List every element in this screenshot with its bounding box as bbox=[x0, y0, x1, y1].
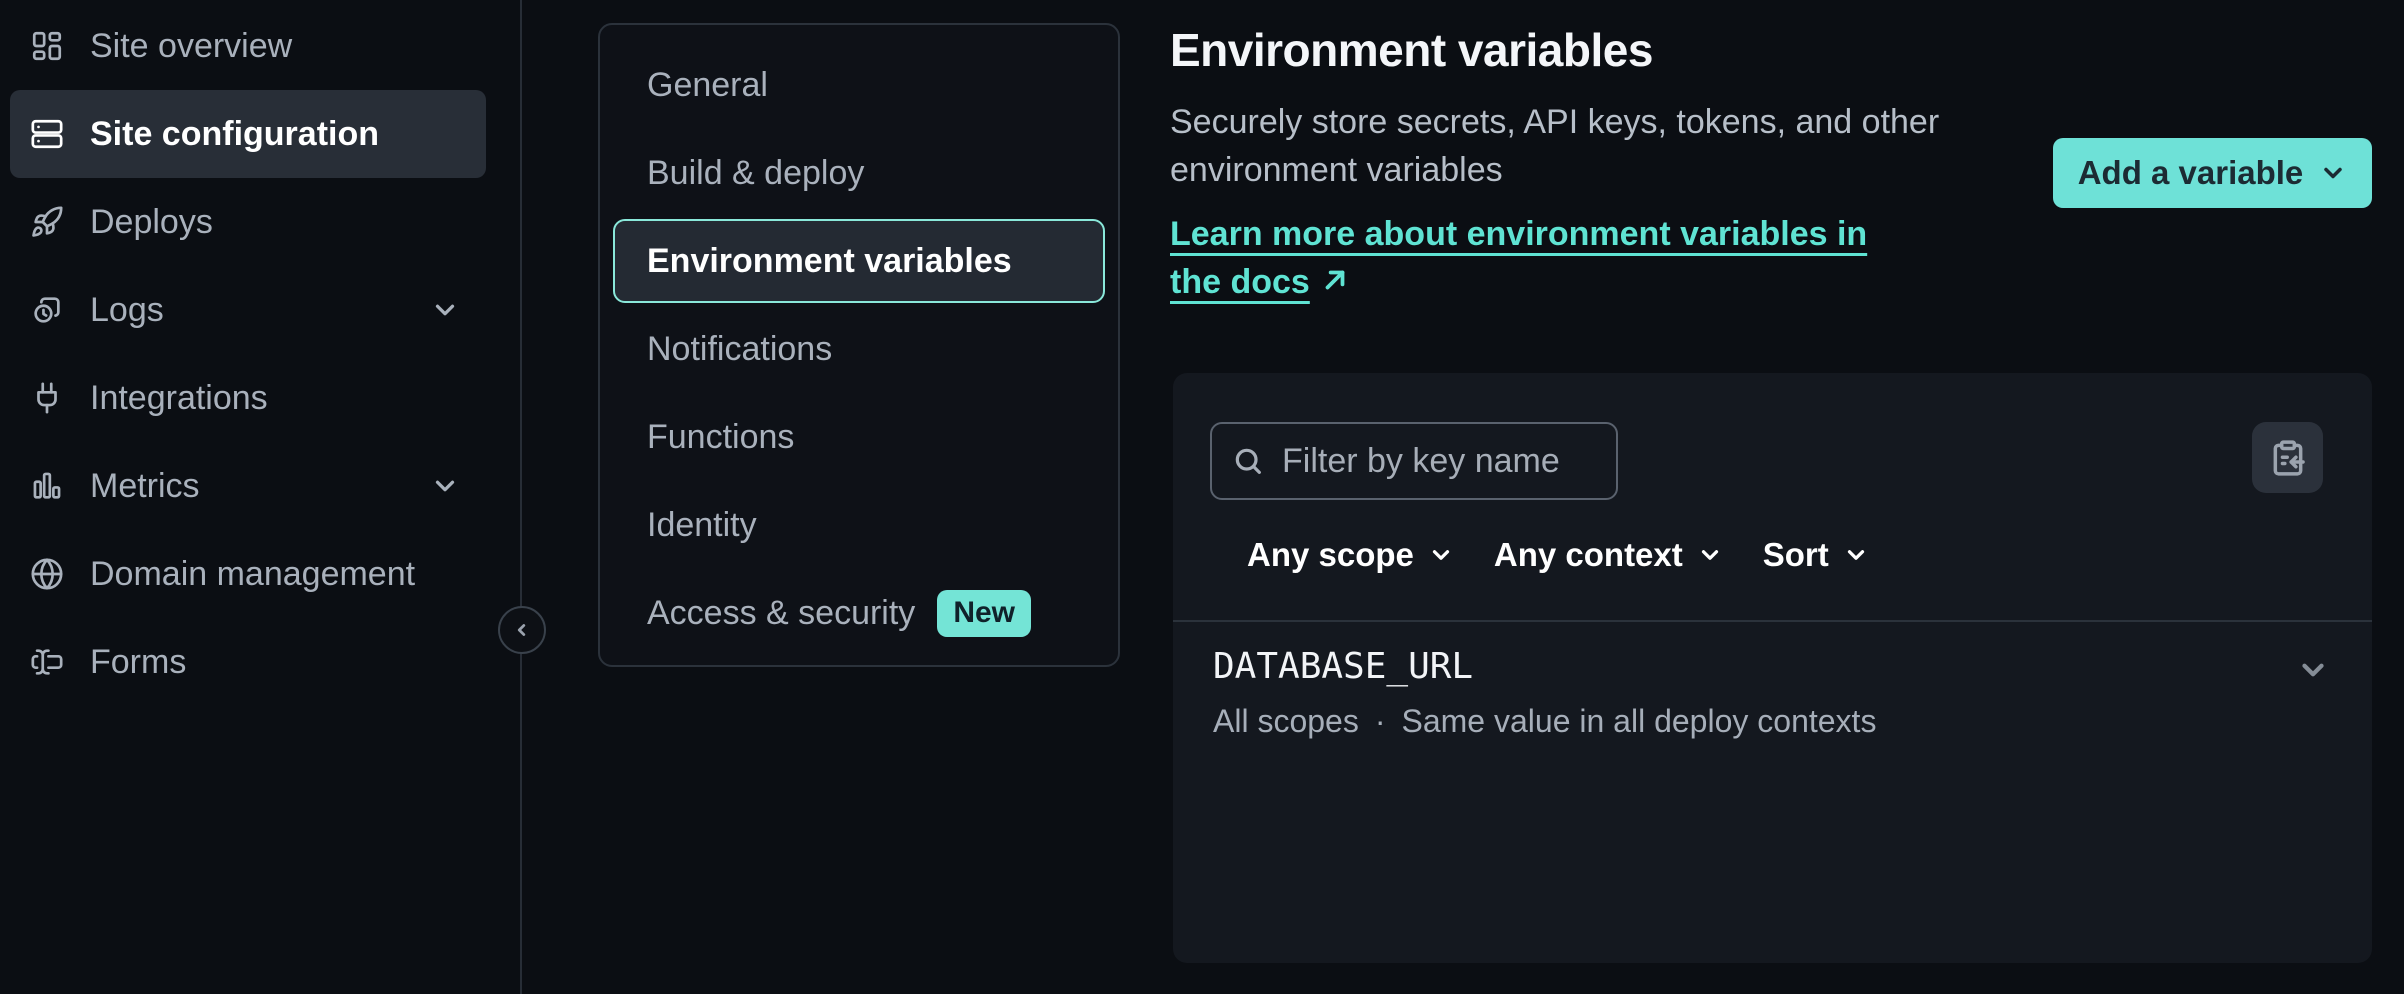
plug-icon bbox=[30, 381, 64, 415]
variable-row[interactable]: DATABASE_URL All scopes · Same value in … bbox=[1213, 645, 2330, 740]
any-scope-label: Any scope bbox=[1247, 536, 1414, 574]
bar-chart-icon bbox=[30, 469, 64, 503]
settings-nav-item-access-security[interactable]: Access & security New bbox=[600, 569, 1118, 657]
chevron-down-icon bbox=[1843, 542, 1869, 568]
logs-clock-icon bbox=[30, 293, 64, 327]
settings-nav-item-general[interactable]: General bbox=[600, 41, 1118, 129]
sidebar-item-label: Domain management bbox=[90, 555, 415, 594]
meta-separator: · bbox=[1375, 703, 1386, 740]
sidebar-item-label: Integrations bbox=[90, 379, 268, 418]
page-title: Environment variables bbox=[1170, 22, 1653, 78]
any-context-label: Any context bbox=[1494, 536, 1683, 574]
new-badge: New bbox=[937, 590, 1031, 637]
chevron-down-icon bbox=[1697, 542, 1723, 568]
sidebar-item-site-overview[interactable]: Site overview bbox=[10, 2, 486, 90]
variable-meta: All scopes · Same value in all deploy co… bbox=[1213, 703, 1876, 740]
server-icon bbox=[30, 117, 64, 151]
sort-label: Sort bbox=[1763, 536, 1829, 574]
sidebar-item-metrics[interactable]: Metrics bbox=[10, 442, 486, 530]
page-description: Securely store secrets, API keys, tokens… bbox=[1170, 98, 1950, 194]
settings-nav-item-notifications[interactable]: Notifications bbox=[600, 305, 1118, 393]
sidebar-item-deploys[interactable]: Deploys bbox=[10, 178, 486, 266]
settings-nav-label: Notifications bbox=[647, 330, 832, 369]
variable-key: DATABASE_URL bbox=[1213, 645, 1876, 689]
globe-icon bbox=[30, 557, 64, 591]
grid-icon bbox=[30, 29, 64, 63]
chevron-left-icon bbox=[511, 619, 533, 641]
sort-dropdown[interactable]: Sort bbox=[1763, 536, 1869, 574]
sidebar-item-label: Metrics bbox=[90, 467, 200, 506]
settings-nav-label: Build & deploy bbox=[647, 154, 864, 193]
sidebar-item-label: Logs bbox=[90, 291, 164, 330]
form-input-icon bbox=[30, 645, 64, 679]
sidebar-item-domain-management[interactable]: Domain management bbox=[10, 530, 486, 618]
filter-toolbar: Any scope Any context Sort bbox=[1247, 523, 1869, 587]
settings-nav-item-build-deploy[interactable]: Build & deploy bbox=[600, 129, 1118, 217]
sidebar-item-label: Site configuration bbox=[90, 115, 379, 154]
clipboard-import-icon bbox=[2269, 439, 2307, 477]
sidebar-item-label: Site overview bbox=[90, 27, 292, 66]
sidebar-item-label: Forms bbox=[90, 643, 186, 682]
import-variables-button[interactable] bbox=[2252, 422, 2323, 493]
settings-nav-item-functions[interactable]: Functions bbox=[600, 393, 1118, 481]
environment-variables-section: Environment variables Securely store sec… bbox=[1170, 0, 2404, 994]
settings-nav-item-identity[interactable]: Identity bbox=[600, 481, 1118, 569]
any-context-dropdown[interactable]: Any context bbox=[1494, 536, 1723, 574]
add-a-variable-label: Add a variable bbox=[2078, 154, 2304, 192]
sidebar-item-integrations[interactable]: Integrations bbox=[10, 354, 486, 442]
settings-nav-label: Functions bbox=[647, 418, 794, 457]
add-a-variable-button[interactable]: Add a variable bbox=[2053, 138, 2372, 208]
chevron-down-icon[interactable] bbox=[2296, 653, 2330, 687]
settings-nav-label: Environment variables bbox=[647, 242, 1012, 281]
chevron-down-icon bbox=[430, 471, 460, 501]
settings-nav: General Build & deploy Environment varia… bbox=[598, 23, 1120, 667]
variable-scopes: All scopes bbox=[1213, 703, 1359, 740]
sidebar-item-forms[interactable]: Forms bbox=[10, 618, 486, 706]
chevron-down-icon bbox=[1428, 542, 1454, 568]
chevron-down-icon bbox=[2319, 159, 2347, 187]
sidebar-item-label: Deploys bbox=[90, 203, 213, 242]
sidebar: Site overview Site configuration Deploys… bbox=[0, 0, 522, 994]
variables-panel: Any scope Any context Sort DATABASE_URL bbox=[1173, 373, 2372, 963]
filter-field bbox=[1210, 422, 1618, 500]
sidebar-item-site-configuration[interactable]: Site configuration bbox=[10, 90, 486, 178]
search-icon bbox=[1232, 445, 1264, 477]
sidebar-collapse-button[interactable] bbox=[498, 606, 546, 654]
panel-divider bbox=[1173, 620, 2372, 622]
variable-contexts: Same value in all deploy contexts bbox=[1402, 703, 1877, 740]
variable-info: DATABASE_URL All scopes · Same value in … bbox=[1213, 645, 1876, 740]
site-settings-page: Site overview Site configuration Deploys… bbox=[0, 0, 2404, 994]
docs-link-label: Learn more about environment variables i… bbox=[1170, 215, 1867, 301]
filter-by-key-name-input[interactable] bbox=[1280, 441, 1596, 482]
settings-nav-label: Access & security bbox=[647, 594, 915, 633]
chevron-down-icon bbox=[430, 295, 460, 325]
docs-link[interactable]: Learn more about environment variables i… bbox=[1170, 210, 1920, 306]
sidebar-item-logs[interactable]: Logs bbox=[10, 266, 486, 354]
settings-nav-item-environment-variables[interactable]: Environment variables bbox=[613, 219, 1105, 303]
settings-nav-label: General bbox=[647, 66, 768, 105]
external-link-arrow-icon bbox=[1320, 265, 1350, 295]
rocket-icon bbox=[30, 205, 64, 239]
settings-nav-label: Identity bbox=[647, 506, 757, 545]
any-scope-dropdown[interactable]: Any scope bbox=[1247, 536, 1454, 574]
